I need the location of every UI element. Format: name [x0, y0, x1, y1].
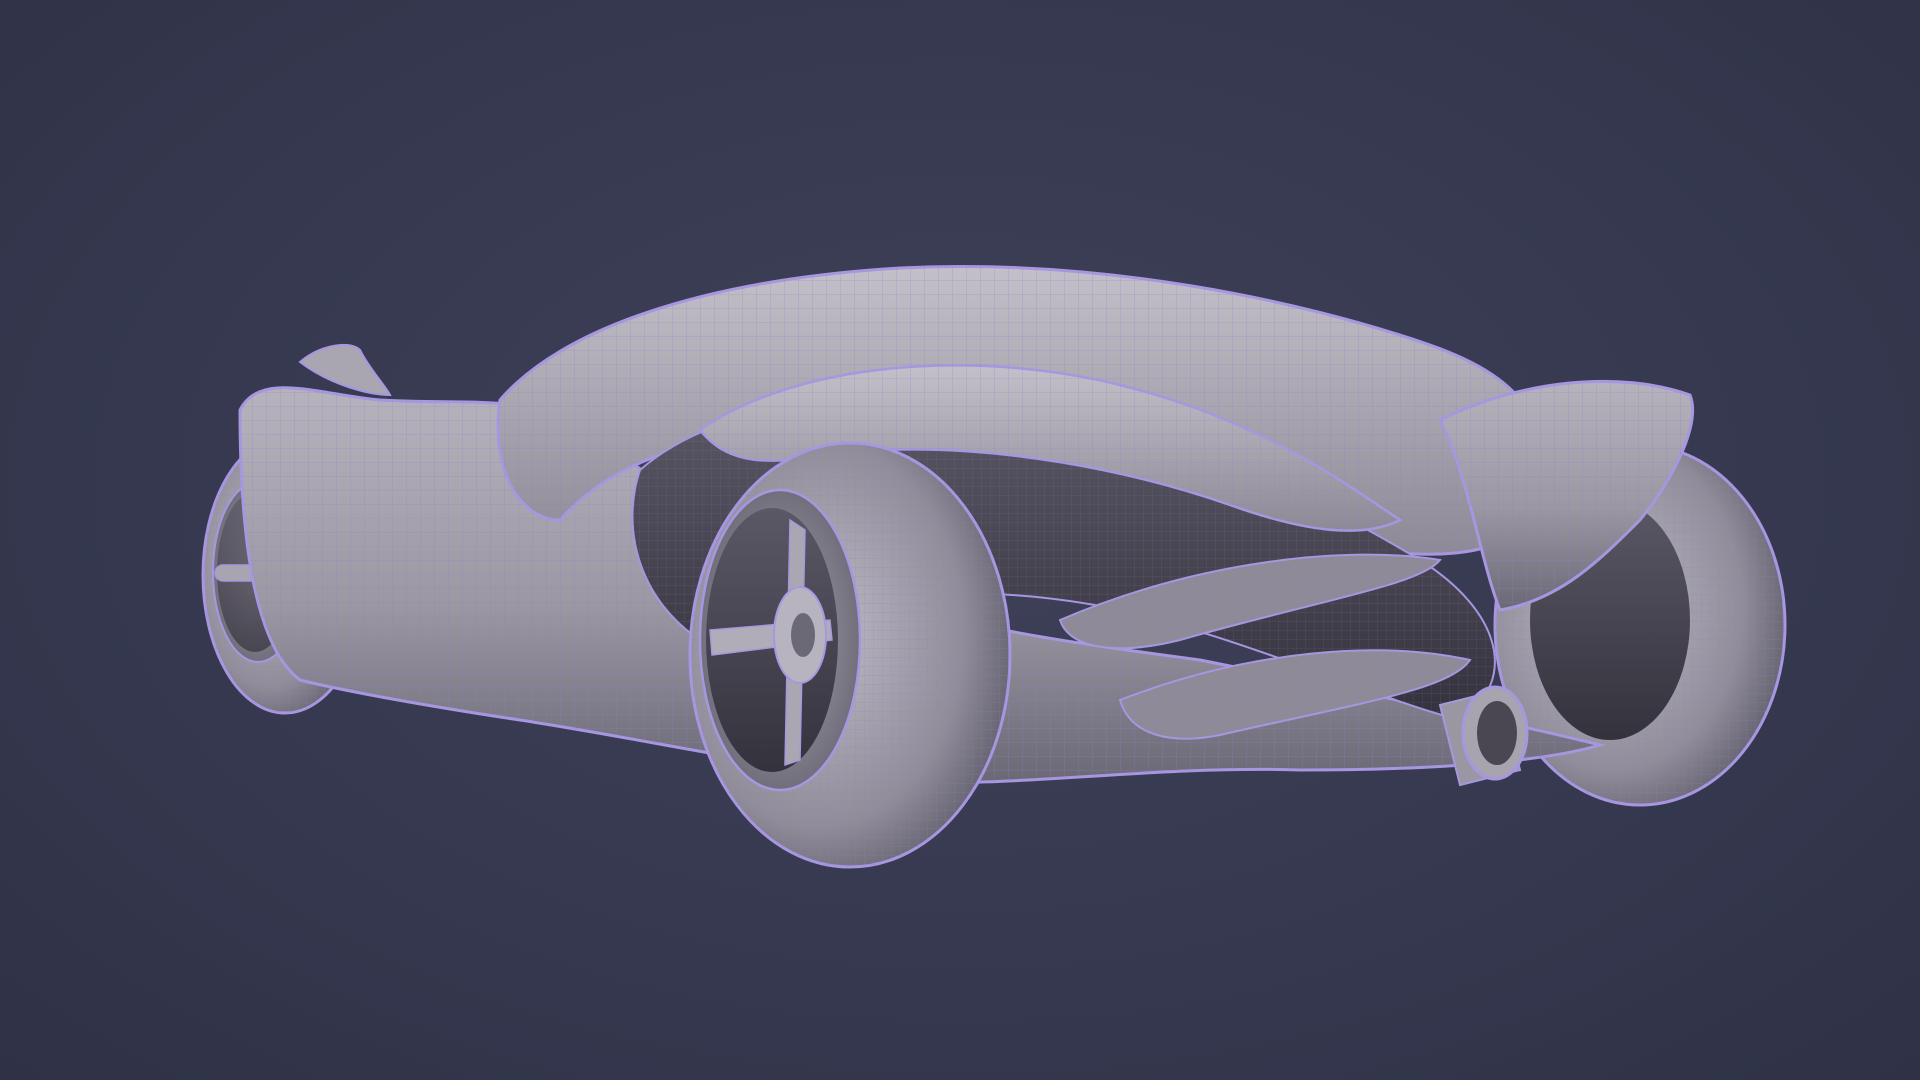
side-mirror	[298, 343, 392, 397]
near-rear-wheel	[688, 441, 1012, 869]
car-model-render	[201, 265, 1787, 869]
exhaust-pipe	[1438, 685, 1529, 787]
3d-viewport[interactable]	[0, 0, 1920, 1080]
